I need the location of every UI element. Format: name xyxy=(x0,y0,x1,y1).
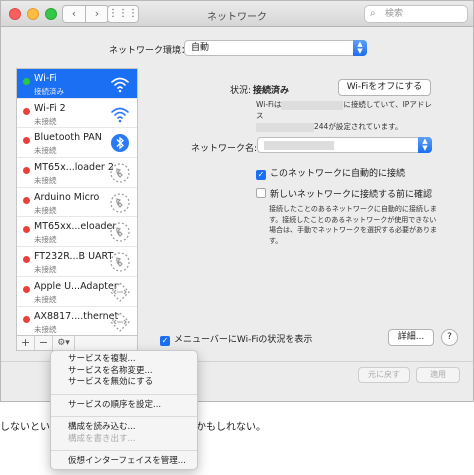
service-item[interactable]: Arduino Micro 未接続 xyxy=(17,188,137,218)
status-description: Wi-Fiは に接続していて、IPアドレス 244が設定されています。 xyxy=(256,99,436,132)
status-dot xyxy=(23,78,30,85)
phone-icon xyxy=(109,162,131,184)
service-name: Wi-Fi xyxy=(34,73,57,84)
context-menu-item[interactable]: 構成を読み込む... xyxy=(51,422,197,434)
phone-icon xyxy=(109,192,131,214)
status-dot xyxy=(23,315,30,323)
ask-join-label: 新しいネットワークに接続する前に確認 xyxy=(270,190,433,200)
service-status: 未接続 xyxy=(34,205,57,215)
search-input[interactable]: ⌕ 検索 xyxy=(364,5,468,23)
status-dot xyxy=(23,107,30,115)
status-dot xyxy=(23,137,30,145)
status-desc-text-3: 244が設定されています。 xyxy=(314,122,403,131)
ethernet-icon xyxy=(109,311,131,333)
service-name: MT65x...loader 2 xyxy=(34,162,114,174)
context-menu-item[interactable]: サービスを名称変更... xyxy=(51,366,197,378)
status-dot xyxy=(23,256,30,264)
menu-separator xyxy=(51,450,197,451)
wifi-icon xyxy=(109,103,131,125)
menubar-status-label: メニューバーにWi-Fiの状況を表示 xyxy=(174,335,313,345)
network-preferences-window: ‹ › ⋮⋮⋮ ネットワーク ⌕ 検索 ネットワーク環境： 自動 ▲ ▼ Wi-F… xyxy=(0,0,474,402)
revert-button[interactable]: 元に戻す xyxy=(358,367,410,383)
service-name: Apple U...Adapter xyxy=(34,280,118,292)
location-select[interactable]: 自動 ▲ ▼ xyxy=(184,40,367,56)
phone-icon xyxy=(109,251,131,273)
context-menu-item[interactable]: サービスの順序を設定... xyxy=(51,400,197,412)
status-label: 状況: xyxy=(230,86,252,96)
service-name: AX8817....thernet xyxy=(34,310,119,322)
service-status: 未接続 xyxy=(34,265,57,275)
ask-join-checkbox[interactable] xyxy=(256,188,266,198)
service-name: Bluetooth PAN xyxy=(34,132,102,144)
auto-join-label: このネットワークに自動的に接続 xyxy=(270,169,406,179)
service-item[interactable]: Wi-Fi 接続済み xyxy=(17,69,137,99)
title-bar: ‹ › ⋮⋮⋮ ネットワーク ⌕ 検索 xyxy=(1,1,473,27)
service-status: 未接続 xyxy=(34,116,57,126)
location-label: ネットワーク環境： xyxy=(109,46,191,56)
service-name: FT232R...B UART xyxy=(34,251,114,263)
service-status: 未接続 xyxy=(34,146,57,156)
service-name: Wi-Fi 2 xyxy=(34,102,66,114)
search-placeholder: 検索 xyxy=(385,9,404,19)
ask-join-row[interactable]: 新しいネットワークに接続する前に確認 xyxy=(256,187,432,200)
service-item[interactable]: Apple U...Adapter 未接続 xyxy=(17,277,137,307)
menubar-status-row[interactable]: ✓ メニューバーにWi-Fiの状況を表示 xyxy=(160,332,312,346)
service-item[interactable]: MT65x...loader 2 未接続 xyxy=(17,158,137,188)
context-menu-item: 構成を書き出す... xyxy=(68,433,136,444)
help-button[interactable]: ? xyxy=(441,329,458,346)
chevron-updown-icon: ▲ ▼ xyxy=(353,40,367,56)
network-name-select[interactable]: ▲ ▼ xyxy=(257,137,432,153)
wifi-off-button[interactable]: Wi-Fiをオフにする xyxy=(338,79,431,96)
chevron-updown-icon: ▲ ▼ xyxy=(418,137,432,153)
menu-separator xyxy=(51,416,197,417)
gear-menu-button[interactable]: ⚙▾ xyxy=(53,336,75,350)
service-item[interactable]: FT232R...B UART 未接続 xyxy=(17,247,137,277)
service-list[interactable]: Wi-Fi 接続済み Wi-Fi 2 未接続 Bluetooth PAN 未接続 MT65x… xyxy=(16,68,138,336)
context-menu-item[interactable]: サービスを複製... xyxy=(51,354,197,366)
menubar-status-checkbox[interactable]: ✓ xyxy=(160,336,170,346)
service-item[interactable]: Wi-Fi 2 未接続 xyxy=(17,99,137,129)
service-status: 未接続 xyxy=(34,294,57,304)
wifi-icon xyxy=(109,73,131,95)
status-dot xyxy=(23,167,30,175)
service-name: Arduino Micro xyxy=(34,191,100,203)
service-item[interactable]: AX8817....thernet 未接続 xyxy=(17,307,137,336)
search-icon: ⌕ xyxy=(370,8,376,19)
status-dot xyxy=(23,226,30,234)
gear-context-menu: サービスを複製... サービスを名称変更... サービスを無効にする サービスの順序を… xyxy=(50,350,198,470)
service-name: MT65xx...eloader xyxy=(34,221,117,233)
context-menu-item[interactable]: 仮想インターフェイスを管理... xyxy=(51,456,197,468)
menu-separator xyxy=(51,393,197,395)
advanced-button[interactable]: 詳細... xyxy=(388,329,434,346)
redacted-network-name xyxy=(281,100,344,110)
status-value: 接続済み xyxy=(253,86,290,96)
service-item[interactable]: MT65xx...eloader 未接続 xyxy=(17,217,137,248)
ethernet-icon xyxy=(109,281,131,303)
auto-join-row[interactable]: ✓ このネットワークに自動的に接続 xyxy=(256,166,405,180)
ask-join-description: 接続したことのあるネットワークに自動的に接続します。接続したことのあるネットワー… xyxy=(269,205,437,245)
redacted-ssid xyxy=(264,141,334,150)
context-menu-item[interactable]: サービスを無効にする xyxy=(51,377,197,389)
service-item[interactable]: Bluetooth PAN 未接続 xyxy=(17,128,137,159)
bluetooth-icon xyxy=(109,132,131,154)
status-dot xyxy=(23,285,30,293)
remove-service-button[interactable]: − xyxy=(35,336,53,350)
service-status: 未接続 xyxy=(34,235,57,245)
phone-icon xyxy=(109,221,131,243)
network-name-label: ネットワーク名: xyxy=(191,144,258,154)
auto-join-checkbox[interactable]: ✓ xyxy=(256,170,266,180)
add-service-button[interactable]: + xyxy=(17,336,35,350)
service-status: 未接続 xyxy=(34,324,57,334)
service-status: 未接続 xyxy=(34,176,57,186)
background-text-right: かもしれない。 xyxy=(196,422,266,433)
apply-button[interactable]: 適用 xyxy=(416,367,460,383)
status-desc-text-1: Wi-Fiは xyxy=(256,100,282,109)
redacted-ip-address xyxy=(256,122,314,132)
service-list-toolbar: + − ⚙▾ xyxy=(16,336,138,351)
location-value: 自動 xyxy=(191,43,210,53)
status-dot xyxy=(23,196,30,204)
service-status: 接続済み xyxy=(34,87,64,96)
